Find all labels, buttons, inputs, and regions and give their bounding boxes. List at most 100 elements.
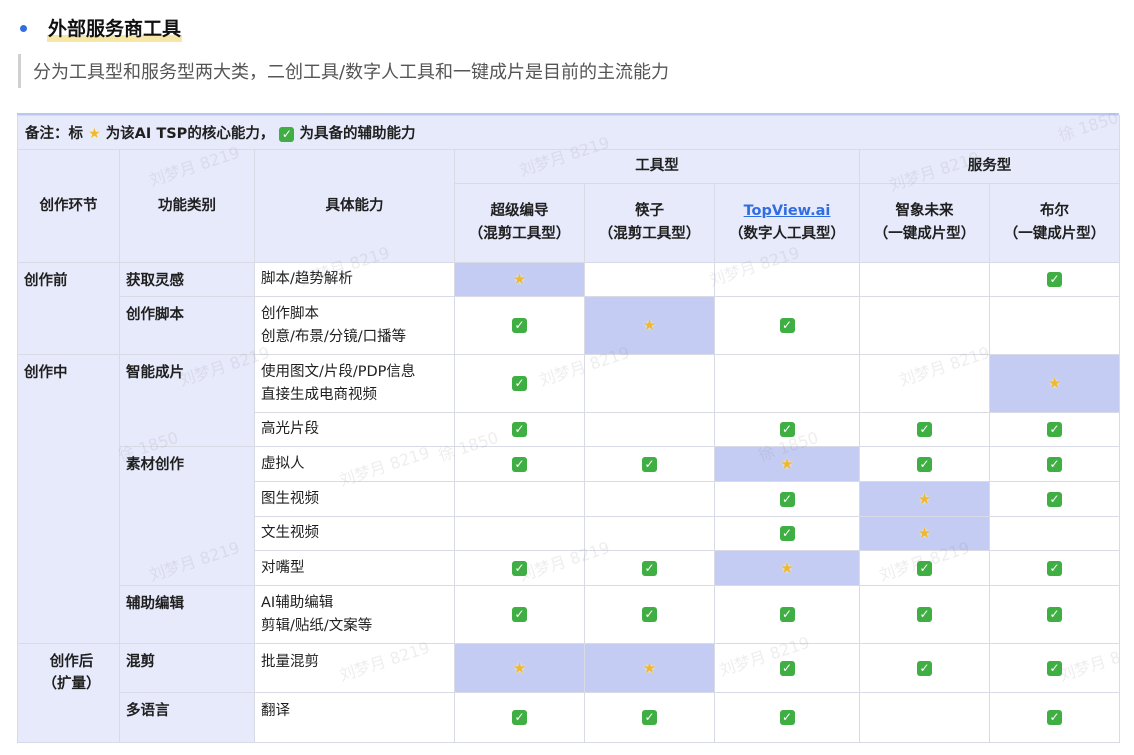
stage-post: 创作后 （扩量） — [17, 643, 120, 743]
capability-cell: 翻译 — [254, 692, 455, 743]
section-heading: 外部服务商工具 — [20, 12, 183, 42]
mark-cell — [454, 516, 585, 551]
category-assist: 辅助编辑 — [119, 585, 255, 644]
table-row: 创作后 （扩量） 混剪 批量混剪 ★ ★ ✓ ✓ ✓ — [17, 643, 1121, 743]
capability-cell: 批量混剪 — [254, 643, 455, 693]
mark-cell: ✓ — [454, 550, 585, 586]
mark-cell: ★ — [988, 354, 1121, 413]
checkmark-icon: ✓ — [917, 660, 932, 676]
checkmark-icon: ✓ — [512, 560, 527, 576]
mark-cell: ✓ — [714, 585, 860, 644]
mark-cell: ✓ — [714, 296, 860, 355]
header-category: 功能类别 — [119, 149, 255, 263]
table-row: 创作前 获取灵感 脚本/趋势解析 ★ ✓ — [17, 262, 1121, 355]
mark-cell: ✓ — [584, 446, 715, 482]
capability-cell: AI辅助编辑 剪辑/贴纸/文案等 — [254, 585, 455, 644]
checkmark-icon: ✓ — [1047, 491, 1063, 507]
mark-cell: ★ — [859, 481, 990, 517]
mark-cell — [584, 412, 715, 447]
table-note: 备注：标 ★ 为该AI TSP的核心能力， ✓ 为具备的辅助能力 — [16, 115, 1121, 150]
mark-cell: ✓ — [454, 296, 585, 355]
checkmark-icon: ✓ — [642, 560, 657, 576]
checkmark-icon: ✓ — [512, 456, 527, 472]
mark-cell: ✓ — [859, 643, 990, 693]
mark-cell: ✓ — [714, 516, 860, 551]
mark-cell: ✓ — [859, 585, 990, 644]
mark-cell: ★ — [454, 262, 585, 297]
header-stage: 创作环节 — [17, 149, 120, 263]
category-material: 素材创作 — [119, 446, 255, 586]
mark-cell — [859, 296, 990, 355]
star-icon: ★ — [88, 125, 101, 142]
star-icon: ★ — [780, 558, 794, 577]
header-vendor: 筷子 （混剪工具型） — [584, 183, 715, 263]
star-icon: ★ — [917, 524, 932, 542]
capability-cell: 文生视频 — [254, 516, 455, 551]
mark-cell — [584, 481, 715, 517]
header-capability: 具体能力 — [254, 149, 455, 263]
mark-cell: ✓ — [859, 550, 990, 586]
capability-cell: 图生视频 — [254, 481, 455, 517]
mark-cell: ✓ — [454, 692, 585, 743]
table-row: 创作中 智能成片 使用图文/片段/PDP信息 直接生成电商视频 ✓ ★ — [17, 354, 1121, 644]
mark-cell: ✓ — [988, 262, 1121, 297]
table-row: 创作脚本 创作脚本 创意/布景/分镜/口播等 ✓ ★ ✓ — [18, 296, 1121, 355]
checkmark-icon: ✓ — [779, 526, 795, 541]
checkmark-icon: ✓ — [1047, 607, 1063, 622]
category-script: 创作脚本 — [119, 296, 255, 355]
mark-cell: ★ — [714, 550, 860, 586]
category-inspiration: 获取灵感 — [119, 262, 255, 297]
checkmark-icon: ✓ — [779, 710, 795, 725]
mark-cell: ✓ — [859, 412, 990, 447]
star-icon: ★ — [917, 489, 932, 508]
checkmark-icon: ✓ — [642, 607, 657, 622]
star-icon: ★ — [642, 316, 657, 334]
checkmark-icon: ✓ — [779, 491, 795, 507]
heading-title: 外部服务商工具 — [47, 14, 183, 42]
star-icon: ★ — [780, 454, 794, 473]
mark-cell: ✓ — [584, 585, 715, 644]
capability-cell: 虚拟人 — [254, 446, 455, 482]
checkmark-icon: ✓ — [779, 318, 795, 333]
checkmark-icon: ✓ — [917, 607, 932, 622]
header-vendor: 布尔 （一键成片型） — [988, 183, 1121, 263]
mark-cell: ★ — [584, 296, 715, 355]
star-icon: ★ — [642, 658, 657, 677]
checkmark-icon: ✓ — [279, 126, 295, 142]
mark-cell: ★ — [584, 643, 715, 693]
table-row: 辅助编辑 AI辅助编辑 剪辑/贴纸/文案等 ✓ ✓ ✓ ✓ ✓ — [18, 585, 1121, 644]
header-vendor: TopView.ai （数字人工具型） — [714, 183, 860, 263]
topview-link[interactable]: TopView.ai — [744, 203, 831, 219]
mark-cell: ✓ — [988, 481, 1121, 517]
mark-cell: ✓ — [988, 550, 1121, 586]
mark-cell — [988, 516, 1121, 551]
mark-cell: ✓ — [988, 643, 1121, 693]
mark-cell: ✓ — [988, 692, 1121, 743]
mark-cell — [714, 262, 860, 297]
note-prefix: 备注：标 — [25, 126, 83, 142]
mark-cell: ✓ — [584, 550, 715, 586]
mark-cell — [584, 354, 715, 413]
capability-cell: 创作脚本 创意/布景/分镜/口播等 — [254, 296, 455, 355]
mark-cell: ✓ — [714, 481, 860, 517]
bullet-icon — [20, 24, 27, 32]
mark-cell — [988, 296, 1121, 355]
category-multilang: 多语言 — [119, 692, 255, 743]
capability-cell: 对嘴型 — [254, 550, 455, 586]
note-middle: 为该AI TSP的核心能力， — [105, 126, 275, 142]
mark-cell — [584, 262, 715, 297]
mark-cell: ✓ — [454, 354, 585, 413]
category-remix: 混剪 — [119, 643, 255, 693]
mark-cell — [859, 262, 990, 297]
mark-cell — [584, 516, 715, 551]
capability-table-wrapper: 备注：标 ★ 为该AI TSP的核心能力， ✓ 为具备的辅助能力 创作环节 功能… — [16, 113, 1121, 745]
checkmark-icon: ✓ — [1047, 272, 1063, 287]
capability-cell: 脚本/趋势解析 — [254, 262, 455, 297]
table-row: 多语言 翻译 ✓ ✓ ✓ ✓ — [18, 692, 1121, 743]
mark-cell: ✓ — [714, 692, 860, 743]
checkmark-icon: ✓ — [642, 710, 657, 725]
capability-table: 备注：标 ★ 为该AI TSP的核心能力， ✓ 为具备的辅助能力 创作环节 功能… — [16, 115, 1121, 743]
stage-pre: 创作前 — [17, 262, 120, 355]
note-suffix: 为具备的辅助能力 — [299, 126, 416, 142]
mark-cell — [714, 354, 860, 413]
